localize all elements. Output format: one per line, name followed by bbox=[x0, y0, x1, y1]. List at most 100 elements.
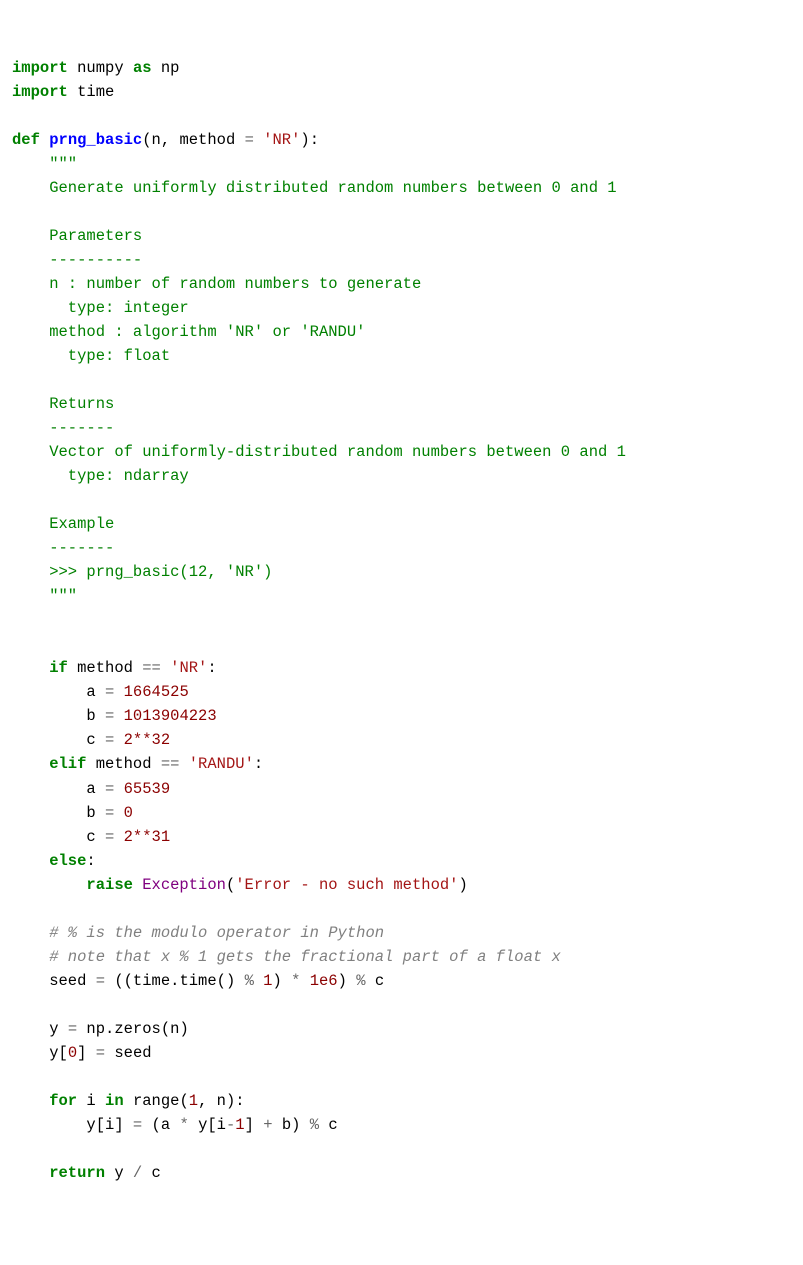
docstring-line: >>> prng_basic(12, 'NR') bbox=[12, 563, 272, 581]
colon: : bbox=[86, 852, 95, 870]
kw-import: import bbox=[12, 59, 68, 77]
var-c: c bbox=[12, 828, 105, 846]
kw-return: return bbox=[12, 1164, 105, 1182]
sig-close: ): bbox=[300, 131, 319, 149]
expr: ) bbox=[338, 972, 357, 990]
kw-if: if bbox=[12, 659, 68, 677]
op-minus: - bbox=[226, 1116, 235, 1134]
alias-np: np bbox=[161, 59, 180, 77]
op-eq: = bbox=[96, 972, 105, 990]
op-eq: = bbox=[105, 828, 114, 846]
docstring-line: method : algorithm 'NR' or 'RANDU' bbox=[12, 323, 365, 341]
op-div: / bbox=[133, 1164, 142, 1182]
y-i: y[i] bbox=[12, 1116, 133, 1134]
kw-for: for bbox=[12, 1092, 77, 1110]
var-c: c bbox=[319, 1116, 338, 1134]
text bbox=[124, 59, 133, 77]
op-eq: = bbox=[96, 1044, 105, 1062]
cond: method bbox=[86, 755, 160, 773]
expr: ) bbox=[272, 972, 291, 990]
op-eq: = bbox=[133, 1116, 142, 1134]
var-i: i bbox=[77, 1092, 105, 1110]
docstring-line: ------- bbox=[12, 419, 114, 437]
kw-in: in bbox=[105, 1092, 124, 1110]
kw-raise: raise bbox=[12, 876, 133, 894]
op-mod: % bbox=[310, 1116, 319, 1134]
comment: # % is the modulo operator in Python bbox=[12, 924, 384, 942]
builtin-exception: Exception bbox=[133, 876, 226, 894]
var-seed: seed bbox=[105, 1044, 152, 1062]
range-rest: , n): bbox=[198, 1092, 245, 1110]
expr: (a bbox=[142, 1116, 179, 1134]
str-nr: 'NR' bbox=[161, 659, 208, 677]
kw-import: import bbox=[12, 83, 68, 101]
op-eq: = bbox=[105, 707, 114, 725]
op-eqeq: == bbox=[161, 755, 180, 773]
num-mill: 1e6 bbox=[300, 972, 337, 990]
default-str: 'NR' bbox=[254, 131, 301, 149]
var-a: a bbox=[12, 683, 105, 701]
op-eqeq: == bbox=[142, 659, 161, 677]
fn-name: prng_basic bbox=[49, 131, 142, 149]
cond: method bbox=[68, 659, 142, 677]
var-b: b bbox=[12, 707, 105, 725]
text bbox=[40, 131, 49, 149]
op-eq: = bbox=[105, 731, 114, 749]
range-call: range( bbox=[124, 1092, 189, 1110]
text bbox=[68, 59, 77, 77]
op-eq: = bbox=[105, 683, 114, 701]
op-mul: * bbox=[179, 1116, 188, 1134]
num: 1013904223 bbox=[114, 707, 216, 725]
expr: b) bbox=[273, 1116, 310, 1134]
expr: y[i bbox=[189, 1116, 226, 1134]
expr: ((time.time() bbox=[105, 972, 245, 990]
op-mod: % bbox=[356, 972, 365, 990]
colon: : bbox=[207, 659, 216, 677]
var-b: b bbox=[12, 804, 105, 822]
num-zero: 0 bbox=[68, 1044, 77, 1062]
paren-close: ) bbox=[459, 876, 468, 894]
code-block: import numpy as np import time def prng_… bbox=[12, 56, 791, 1185]
str-randu: 'RANDU' bbox=[179, 755, 253, 773]
comment: # note that x % 1 gets the fractional pa… bbox=[12, 948, 561, 966]
op-eq: = bbox=[105, 804, 114, 822]
docstring-line: type: float bbox=[12, 347, 170, 365]
var-c: c bbox=[142, 1164, 161, 1182]
kw-def: def bbox=[12, 131, 40, 149]
mod-numpy: numpy bbox=[77, 59, 124, 77]
var-y: y bbox=[12, 1020, 68, 1038]
y-index: y[ bbox=[12, 1044, 68, 1062]
num-one: 1 bbox=[235, 1116, 244, 1134]
num-one: 1 bbox=[254, 972, 273, 990]
var-c: c bbox=[12, 731, 105, 749]
op-eq: = bbox=[245, 131, 254, 149]
expr: y bbox=[105, 1164, 133, 1182]
expr: ] bbox=[245, 1116, 264, 1134]
op-plus: + bbox=[263, 1116, 272, 1134]
num-one: 1 bbox=[189, 1092, 198, 1110]
docstring-line: Generate uniformly distributed random nu… bbox=[12, 179, 617, 197]
docstring-close: """ bbox=[12, 587, 77, 605]
docstring-line: Returns bbox=[12, 395, 114, 413]
op-mod: % bbox=[245, 972, 254, 990]
docstring-line: Vector of uniformly-distributed random n… bbox=[12, 443, 626, 461]
docstring-line: Example bbox=[12, 515, 114, 533]
docstring-line: Parameters bbox=[12, 227, 142, 245]
op-eq: = bbox=[105, 780, 114, 798]
docstring-line: type: ndarray bbox=[12, 467, 189, 485]
docstring-line: type: integer bbox=[12, 299, 189, 317]
op-eq: = bbox=[68, 1020, 77, 1038]
docstring-line: ------- bbox=[12, 539, 114, 557]
kw-elif: elif bbox=[12, 755, 86, 773]
docstring-open: """ bbox=[12, 155, 77, 173]
text bbox=[152, 59, 161, 77]
sig: (n, method bbox=[142, 131, 244, 149]
colon: : bbox=[254, 755, 263, 773]
num: 65539 bbox=[114, 780, 170, 798]
err-msg: 'Error - no such method' bbox=[235, 876, 458, 894]
mod-time: time bbox=[77, 83, 114, 101]
num: 2**32 bbox=[114, 731, 170, 749]
kw-as: as bbox=[133, 59, 152, 77]
paren-open: ( bbox=[226, 876, 235, 894]
num: 2**31 bbox=[114, 828, 170, 846]
